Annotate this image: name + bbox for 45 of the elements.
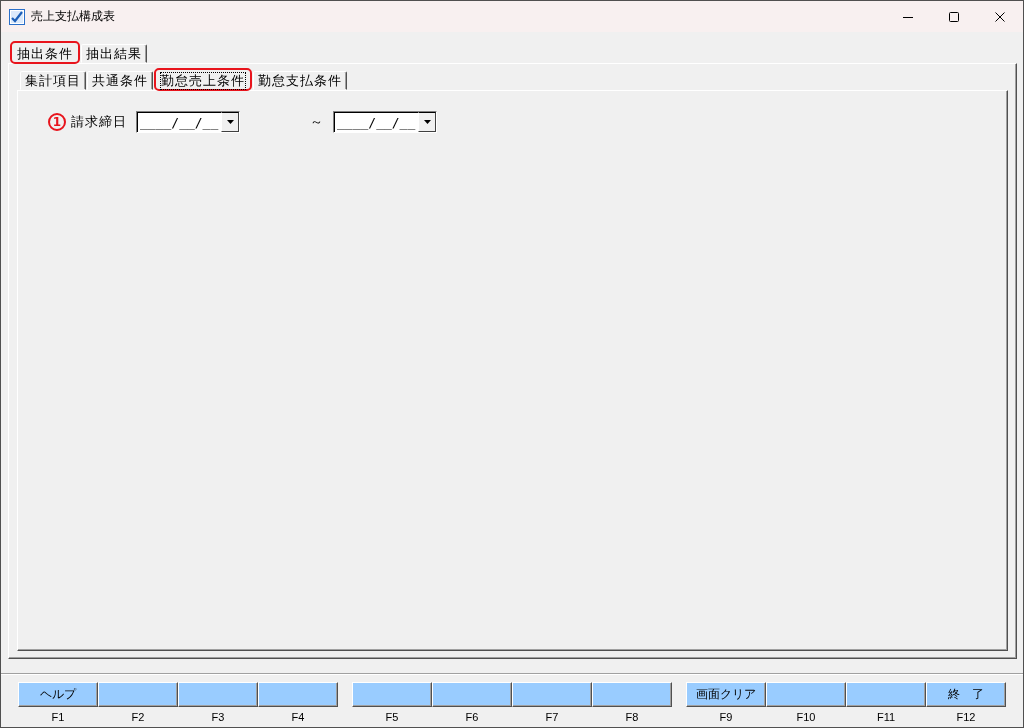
key-label: F11 (876, 711, 896, 724)
function-key-button[interactable]: 画面クリア (686, 682, 766, 707)
tab[interactable]: 勤怠支払条件 (253, 71, 347, 90)
function-key-button[interactable] (258, 682, 338, 707)
key-label: F5 (385, 711, 399, 724)
tab[interactable]: 勤怠売上条件 (154, 68, 252, 91)
function-key-button[interactable] (592, 682, 672, 707)
dropdown-button[interactable] (418, 112, 436, 132)
field-label: 請求締日 (71, 113, 127, 131)
window-title: 売上支払構成表 (31, 8, 115, 25)
caret-icon (226, 120, 234, 124)
dropdown-button[interactable] (221, 112, 239, 132)
tab[interactable]: 集計項目 (20, 71, 86, 90)
step-number: 1 (48, 113, 66, 131)
function-key-button[interactable] (98, 682, 178, 707)
function-key-button[interactable]: 終 了 (926, 682, 1006, 707)
key-label: F10 (796, 711, 816, 724)
key-label: F7 (545, 711, 559, 724)
range-separator: ～ (310, 113, 323, 131)
function-key-button[interactable] (178, 682, 258, 707)
key-label: F4 (291, 711, 305, 724)
key-label: F1 (51, 711, 65, 724)
key-label: F6 (465, 711, 479, 724)
key-label: F3 (211, 711, 225, 724)
function-key-button[interactable] (766, 682, 846, 707)
date-input[interactable]: ____/__/__ (137, 112, 221, 132)
date-combobox[interactable]: ____/__/__ (136, 111, 240, 133)
function-key-button[interactable] (432, 682, 512, 707)
tab[interactable]: 抽出条件 (10, 41, 80, 64)
key-label: F8 (625, 711, 639, 724)
app-icon (9, 8, 25, 25)
function-key-button[interactable] (512, 682, 592, 707)
key-label: F12 (956, 711, 976, 724)
function-key-button[interactable] (846, 682, 926, 707)
tab[interactable]: 抽出結果 (81, 44, 147, 63)
key-label: F9 (719, 711, 733, 724)
maximize-icon (949, 11, 959, 22)
function-key-button[interactable] (352, 682, 432, 707)
date-combobox[interactable]: ____/__/__ (333, 111, 437, 133)
tab[interactable]: 共通条件 (87, 71, 153, 90)
date-input[interactable]: ____/__/__ (334, 112, 418, 132)
close-icon (995, 11, 1005, 22)
caret-icon (423, 120, 431, 124)
function-key-button[interactable]: ヘルプ (18, 682, 98, 707)
key-label: F2 (131, 711, 145, 724)
